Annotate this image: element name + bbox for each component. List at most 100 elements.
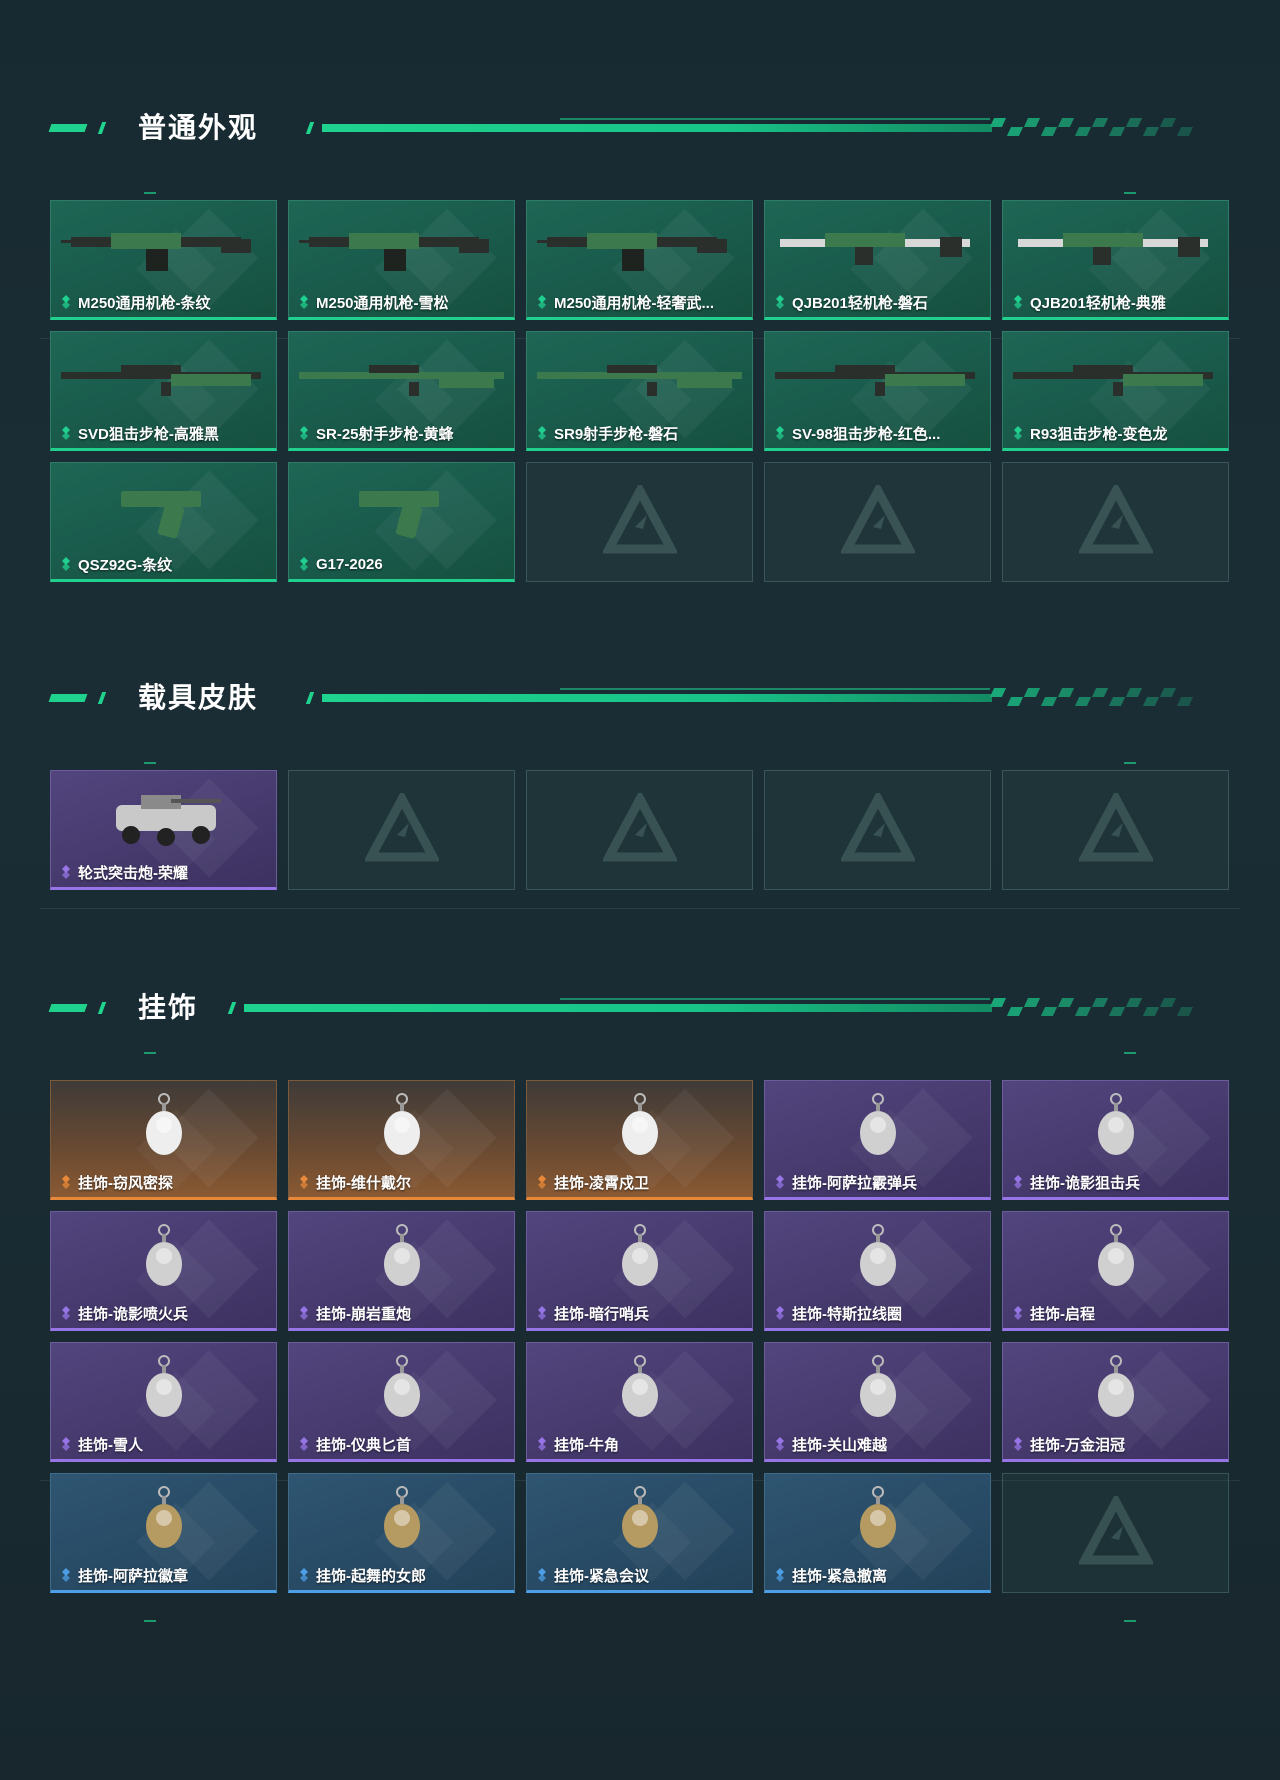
- item-card[interactable]: 挂饰-暗行哨兵: [526, 1211, 753, 1331]
- machine-gun-icon: [537, 233, 727, 271]
- item-name: 挂饰-暗行哨兵: [554, 1305, 649, 1323]
- item-label: 挂饰-特斯拉线圈: [773, 1302, 902, 1324]
- item-label: 挂饰-仪典匕首: [297, 1433, 411, 1455]
- checker-square: [1074, 1007, 1092, 1016]
- item-label: 挂饰-诡影喷火兵: [59, 1302, 188, 1324]
- item-card[interactable]: 挂饰-特斯拉线圈: [764, 1211, 991, 1331]
- charm-icon: [384, 1486, 420, 1548]
- charm-icon: [860, 1486, 896, 1548]
- item-label: 挂饰-雪人: [59, 1433, 143, 1455]
- empty-slot: [764, 462, 991, 582]
- item-card[interactable]: 挂饰-阿萨拉徽章: [50, 1473, 277, 1593]
- item-label: 挂饰-崩岩重炮: [297, 1302, 411, 1324]
- charm-icon: [860, 1224, 896, 1286]
- checker-square: [1091, 688, 1109, 697]
- rarity-diamond-icon: [300, 1175, 308, 1189]
- checker-square: [1142, 697, 1160, 706]
- item-card[interactable]: 挂饰-诡影狙击兵: [1002, 1080, 1229, 1200]
- checker-square: [1176, 1007, 1194, 1016]
- item-card[interactable]: 挂饰-万金泪冠: [1002, 1342, 1229, 1462]
- item-card[interactable]: 挂饰-紧急撤离: [764, 1473, 991, 1593]
- item-name: 挂饰-诡影狙击兵: [1030, 1174, 1140, 1192]
- rarity-diamond-icon: [62, 1175, 70, 1189]
- checker-square: [1125, 118, 1143, 127]
- item-card[interactable]: 挂饰-阿萨拉霰弹兵: [764, 1080, 991, 1200]
- rarity-diamond-icon: [538, 426, 546, 440]
- item-card[interactable]: M250通用机枪-雪松: [288, 200, 515, 320]
- rarity-diamond-icon: [300, 557, 308, 571]
- checker-square: [1074, 127, 1092, 136]
- header-accent-bar: [305, 122, 315, 134]
- item-label: QSZ92G-条纹: [59, 553, 172, 575]
- item-card[interactable]: 挂饰-维什戴尔: [288, 1080, 515, 1200]
- item-card[interactable]: 挂饰-雪人: [50, 1342, 277, 1462]
- item-name: 挂饰-维什戴尔: [316, 1174, 411, 1192]
- item-card[interactable]: 轮式突击炮-荣耀: [50, 770, 277, 890]
- item-name: R93狙击步枪-变色龙: [1030, 425, 1168, 443]
- corner-tick: [1124, 1052, 1136, 1054]
- item-card[interactable]: 挂饰-诡影喷火兵: [50, 1211, 277, 1331]
- item-card[interactable]: 挂饰-启程: [1002, 1211, 1229, 1331]
- checker-square: [1176, 697, 1194, 706]
- pistol-icon: [359, 491, 439, 539]
- item-name: SR9射手步枪-磐石: [554, 425, 679, 443]
- checker-square: [989, 688, 1007, 697]
- item-card[interactable]: QJB201轻机枪-典雅: [1002, 200, 1229, 320]
- item-card[interactable]: 挂饰-凌霄戍卫: [526, 1080, 753, 1200]
- header-accent-bar: [227, 1002, 237, 1014]
- item-card[interactable]: SR-25射手步枪-黄蜂: [288, 331, 515, 451]
- item-card[interactable]: 挂饰-仪典匕首: [288, 1342, 515, 1462]
- item-label: 挂饰-关山难越: [773, 1433, 887, 1455]
- checker-square: [1006, 1007, 1024, 1016]
- charm-grid: 挂饰-窃风密探 挂饰-维什戴尔 挂饰-凌霄戍卫 挂饰-阿萨拉霰弹兵 挂饰-诡影狙击兵挂饰…: [50, 1080, 1229, 1593]
- item-label: G17-2026: [297, 553, 383, 575]
- checker-square: [1040, 697, 1058, 706]
- charm-icon: [146, 1093, 182, 1155]
- empty-slot: [526, 462, 753, 582]
- item-card[interactable]: M250通用机枪-条纹: [50, 200, 277, 320]
- item-card[interactable]: G17-2026: [288, 462, 515, 582]
- item-name: 挂饰-阿萨拉霰弹兵: [792, 1174, 917, 1192]
- item-card[interactable]: 挂饰-紧急会议: [526, 1473, 753, 1593]
- rarity-diamond-icon: [62, 426, 70, 440]
- rarity-diamond-icon: [1014, 1175, 1022, 1189]
- item-name: 挂饰-阿萨拉徽章: [78, 1567, 188, 1585]
- checker-square: [1159, 688, 1177, 697]
- rarity-diamond-icon: [1014, 295, 1022, 309]
- item-label: QJB201轻机枪-典雅: [1011, 291, 1166, 313]
- item-card[interactable]: 挂饰-起舞的女郎: [288, 1473, 515, 1593]
- marksman-rifle-icon: [299, 365, 504, 396]
- item-card[interactable]: M250通用机枪-轻奢武...: [526, 200, 753, 320]
- item-card[interactable]: SVD狙击步枪-高雅黑: [50, 331, 277, 451]
- item-name: 轮式突击炮-荣耀: [78, 864, 188, 882]
- item-card[interactable]: 挂饰-牛角: [526, 1342, 753, 1462]
- item-label: M250通用机枪-雪松: [297, 291, 449, 313]
- item-label: QJB201轻机枪-磐石: [773, 291, 928, 313]
- corner-tick: [1124, 192, 1136, 194]
- item-card[interactable]: R93狙击步枪-变色龙: [1002, 331, 1229, 451]
- item-card[interactable]: QJB201轻机枪-磐石: [764, 200, 991, 320]
- charm-icon: [146, 1224, 182, 1286]
- charm-icon: [384, 1093, 420, 1155]
- header-accent-bar: [97, 122, 107, 134]
- item-card[interactable]: 挂饰-窃风密探: [50, 1080, 277, 1200]
- charm-icon: [622, 1486, 658, 1548]
- item-label: SVD狙击步枪-高雅黑: [59, 422, 219, 444]
- item-label: 挂饰-启程: [1011, 1302, 1095, 1324]
- checker-square: [1142, 127, 1160, 136]
- item-name: 挂饰-牛角: [554, 1436, 619, 1454]
- item-card[interactable]: QSZ92G-条纹: [50, 462, 277, 582]
- empty-slot: [526, 770, 753, 890]
- section-title: 载具皮肤: [138, 681, 259, 714]
- item-card[interactable]: SR9射手步枪-磐石: [526, 331, 753, 451]
- item-card[interactable]: 挂饰-关山难越: [764, 1342, 991, 1462]
- item-name: M250通用机枪-条纹: [78, 294, 211, 312]
- item-name: 挂饰-崩岩重炮: [316, 1305, 411, 1323]
- rarity-diamond-icon: [538, 295, 546, 309]
- item-label: 挂饰-阿萨拉霰弹兵: [773, 1171, 917, 1193]
- item-card[interactable]: 挂饰-崩岩重炮: [288, 1211, 515, 1331]
- header-rule-thin: [560, 688, 990, 690]
- corner-tick: [1124, 762, 1136, 764]
- item-name: 挂饰-窃风密探: [78, 1174, 173, 1192]
- item-card[interactable]: SV-98狙击步枪-红色...: [764, 331, 991, 451]
